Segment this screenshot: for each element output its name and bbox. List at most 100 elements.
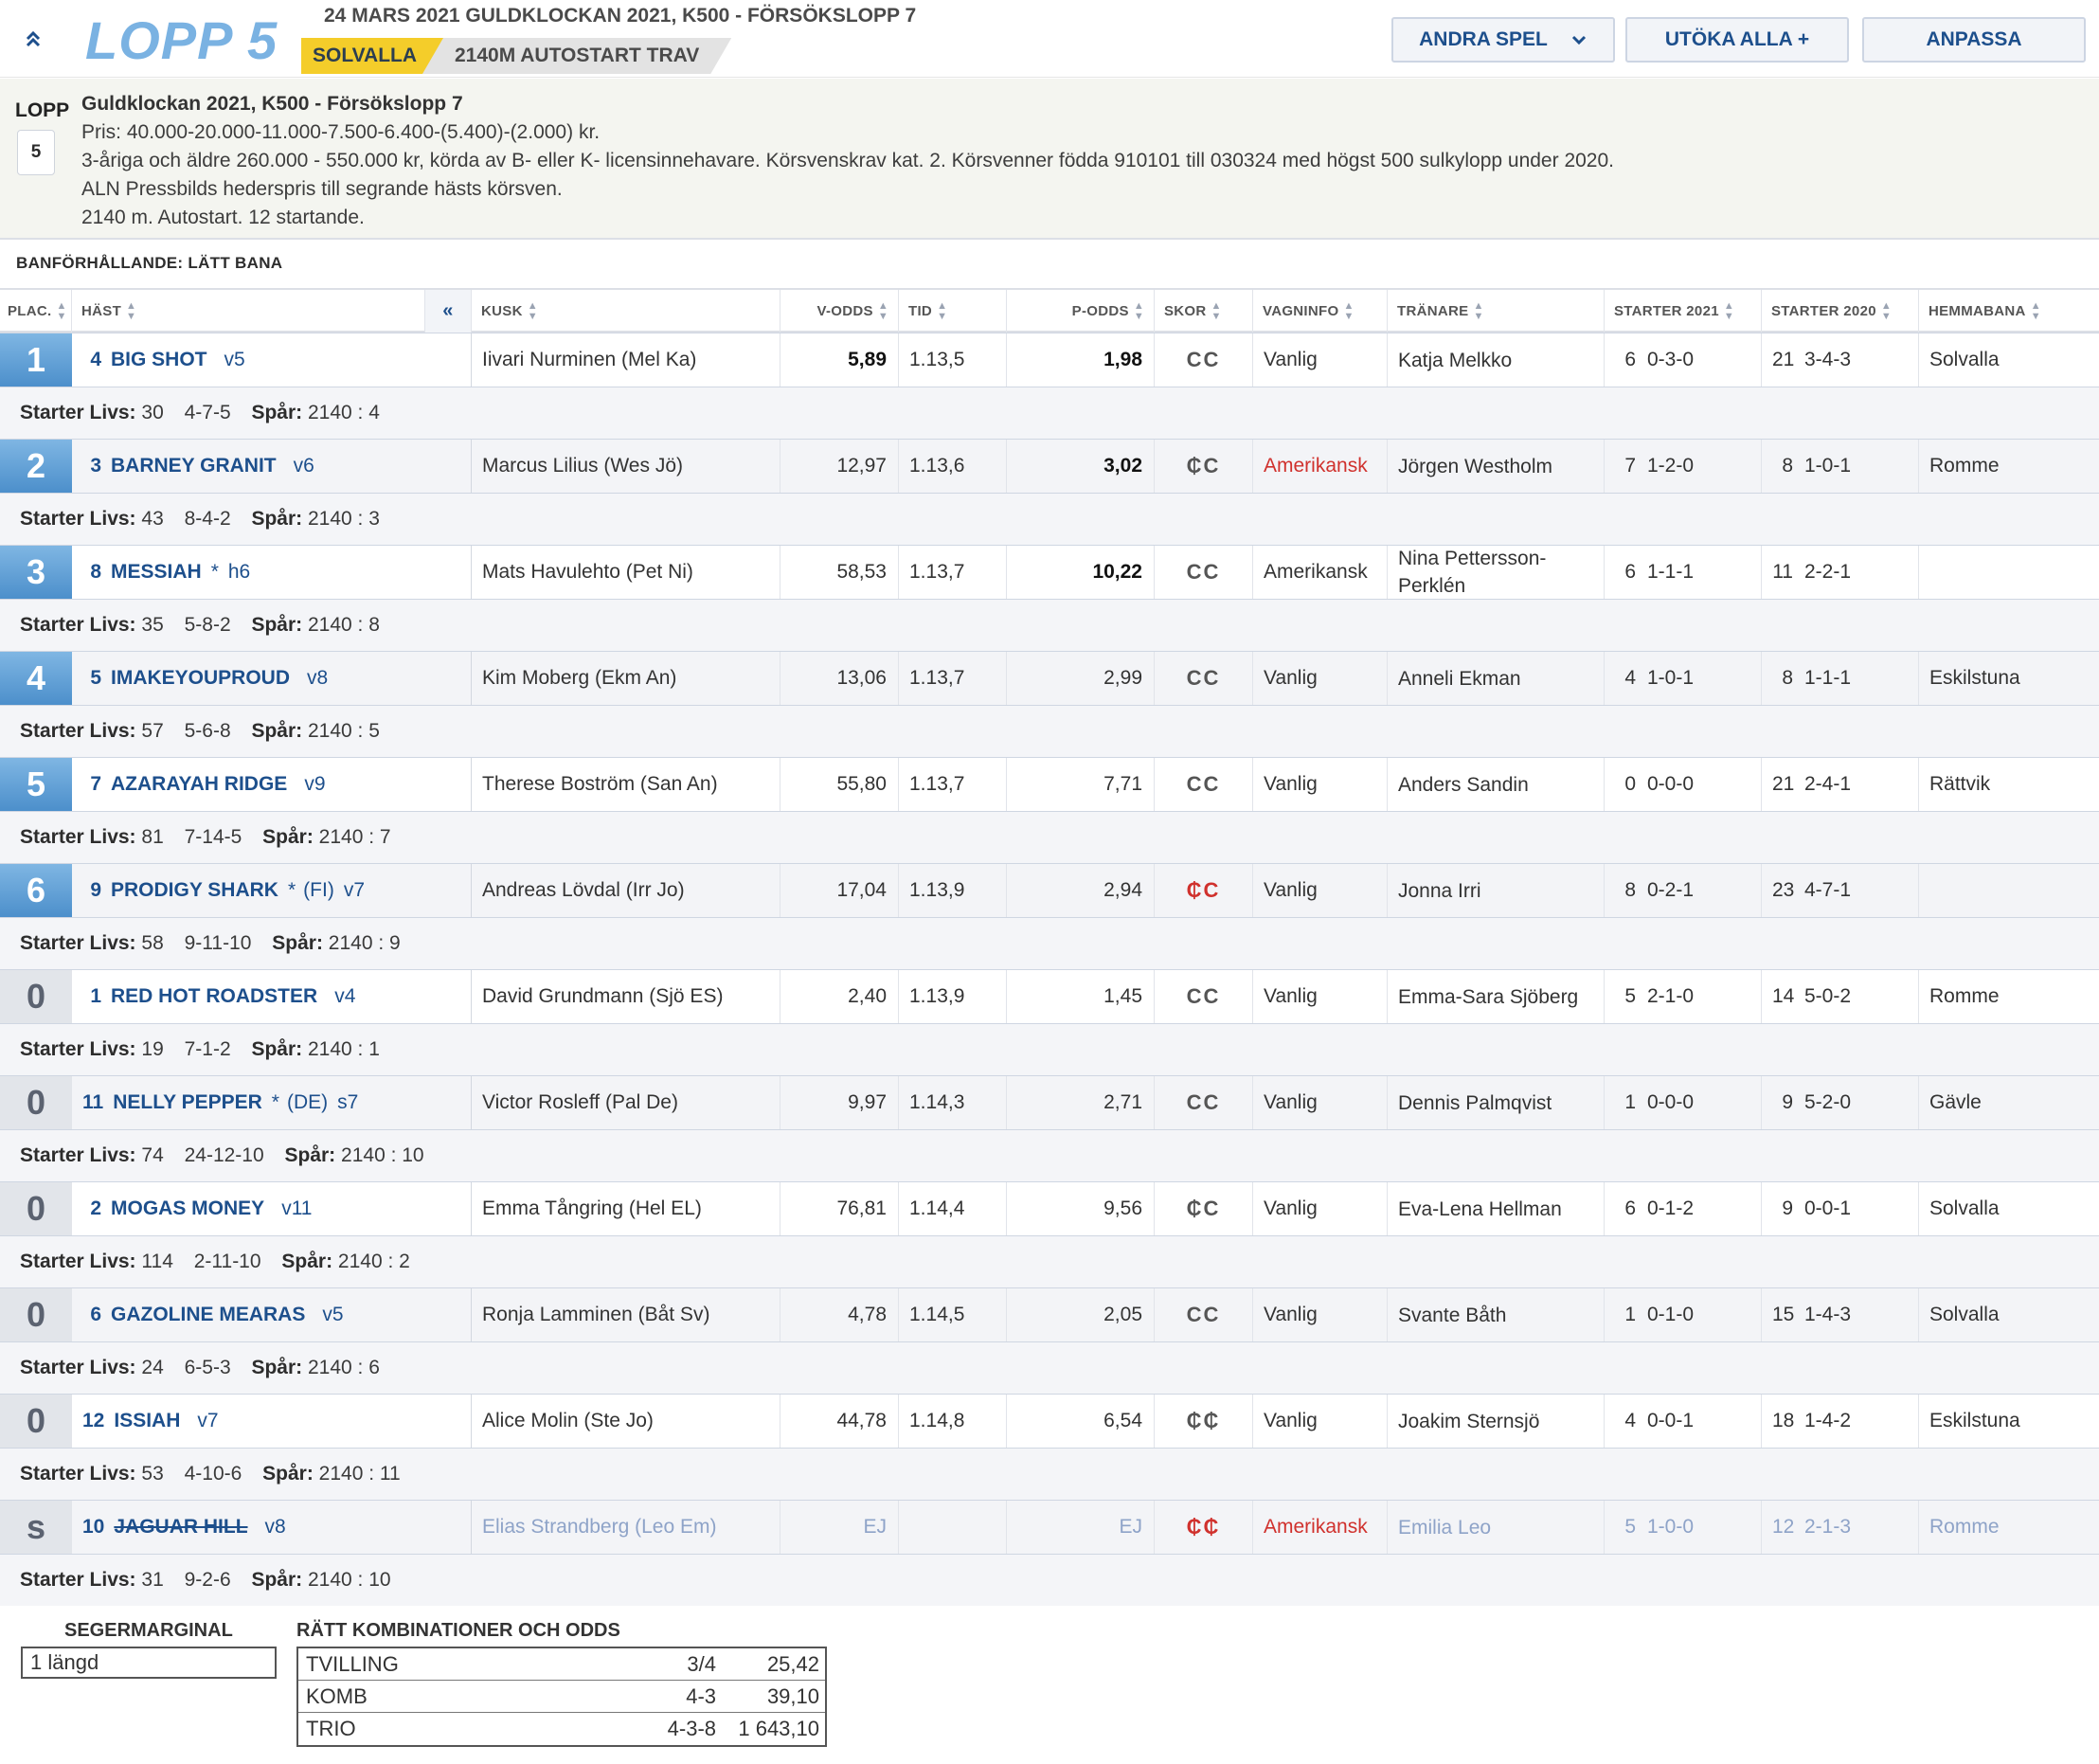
shoes-icon: CC — [1155, 758, 1253, 811]
start-number: 8 — [90, 561, 101, 583]
horse-name-link[interactable]: MESSIAH — [111, 561, 202, 584]
horse-name-link[interactable]: NELLY PEPPER — [113, 1091, 262, 1114]
anpassa-button[interactable]: ANPASSA — [1862, 17, 2086, 63]
col-starter-2021[interactable]: STARTER 2021 ▲ ▼ — [1605, 290, 1762, 333]
horse-name-link[interactable]: JAGUAR HILL — [114, 1516, 247, 1539]
horse-name-link[interactable]: RED HOT ROADSTER — [111, 985, 317, 1008]
horse-cell[interactable]: 8 MESSIAH * h6 — [72, 546, 472, 599]
driver-cell[interactable]: Marcus Lilius (Wes Jö) — [472, 440, 780, 493]
result-row[interactable]: 1 4 BIG SHOT v5 Iivari Nurminen (Mel Ka)… — [0, 333, 2099, 439]
result-row[interactable]: 0 11 NELLY PEPPER * (DE) s7 Victor Rosle… — [0, 1075, 2099, 1181]
result-row[interactable]: 4 5 IMAKEYOUPROUD v8 Kim Moberg (Ekm An)… — [0, 651, 2099, 757]
horse-cell[interactable]: 12 ISSIAH v7 — [72, 1395, 472, 1448]
result-row[interactable]: 2 3 BARNEY GRANIT v6 Marcus Lilius (Wes … — [0, 439, 2099, 545]
horse-cell[interactable]: 3 BARNEY GRANIT v6 — [72, 440, 472, 493]
driver-cell[interactable]: Alice Molin (Ste Jo) — [472, 1395, 780, 1448]
result-row[interactable]: 3 8 MESSIAH * h6 Mats Havulehto (Pet Ni)… — [0, 545, 2099, 651]
horse-cell[interactable]: 5 IMAKEYOUPROUD v8 — [72, 652, 472, 705]
collapse-columns-button[interactable]: « — [424, 290, 472, 333]
horse-name-link[interactable]: BIG SHOT — [111, 349, 207, 371]
driver-cell[interactable]: Iivari Nurminen (Mel Ka) — [472, 333, 780, 387]
horse-cell[interactable]: 11 NELLY PEPPER * (DE) s7 — [72, 1076, 472, 1129]
horse-cell[interactable]: 2 MOGAS MONEY v11 — [72, 1182, 472, 1235]
trainer-cell[interactable]: Dennis Palmqvist — [1388, 1076, 1605, 1129]
result-row[interactable]: 5 7 AZARAYAH RIDGE v9 Therese Boström (S… — [0, 757, 2099, 863]
horse-name-link[interactable]: BARNEY GRANIT — [111, 455, 277, 477]
col-podds[interactable]: P-ODDS ▲ ▼ — [1007, 290, 1155, 333]
trainer-cell[interactable]: Emma-Sara Sjöberg — [1388, 970, 1605, 1023]
horse-cell[interactable]: 9 PRODIGY SHARK * (FI) v7 — [72, 864, 472, 917]
result-row[interactable]: 0 6 GAZOLINE MEARAS v5 Ronja Lamminen (B… — [0, 1287, 2099, 1394]
livs-label: Starter Livs: — [20, 508, 136, 530]
result-row[interactable]: 0 1 RED HOT ROADSTER v4 David Grundmann … — [0, 969, 2099, 1075]
horse-cell[interactable]: 6 GAZOLINE MEARAS v5 — [72, 1288, 472, 1341]
result-main-row[interactable]: 4 5 IMAKEYOUPROUD v8 Kim Moberg (Ekm An)… — [0, 651, 2099, 706]
trainer-cell[interactable]: Nina Pettersson-Perklén — [1388, 546, 1605, 599]
starts-2020: 9 5-2-0 — [1762, 1076, 1919, 1129]
trainer-cell[interactable]: Anneli Ekman — [1388, 652, 1605, 705]
livs-record: 24-12-10 — [184, 1144, 264, 1166]
result-row[interactable]: 0 2 MOGAS MONEY v11 Emma Tångring (Hel E… — [0, 1181, 2099, 1287]
col-hast[interactable]: HÄST ▲ ▼ — [72, 290, 424, 333]
result-main-row[interactable]: 2 3 BARNEY GRANIT v6 Marcus Lilius (Wes … — [0, 439, 2099, 494]
horse-name-link[interactable]: ISSIAH — [114, 1410, 180, 1432]
horse-name-link[interactable]: AZARAYAH RIDGE — [111, 773, 287, 796]
placement-badge: 6 — [0, 864, 72, 917]
career-row: Starter Livs: 24 6-5-3 Spår: 2140 : 6 — [0, 1342, 2099, 1394]
collapse-button[interactable] — [0, 0, 66, 78]
starts-2020: 9 0-0-1 — [1762, 1182, 1919, 1235]
driver-cell[interactable]: Elias Strandberg (Leo Em) — [472, 1501, 780, 1554]
horse-name-link[interactable]: IMAKEYOUPROUD — [111, 667, 290, 690]
trainer-cell[interactable]: Katja Melkko — [1388, 333, 1605, 387]
col-hemmabana[interactable]: HEMMABANA ▲ ▼ — [1919, 290, 2099, 333]
trainer-cell[interactable]: Anders Sandin — [1388, 758, 1605, 811]
trainer-cell[interactable]: Emilia Leo — [1388, 1501, 1605, 1554]
driver-cell[interactable]: Emma Tångring (Hel EL) — [472, 1182, 780, 1235]
driver-cell[interactable]: Andreas Lövdal (Irr Jo) — [472, 864, 780, 917]
result-row[interactable]: s 10 JAGUAR HILL v8 Elias Strandberg (Le… — [0, 1500, 2099, 1606]
andra-spel-dropdown[interactable]: ANDRA SPEL — [1391, 17, 1615, 63]
col-vodds[interactable]: V-ODDS ▲ ▼ — [780, 290, 899, 333]
result-main-row[interactable]: 5 7 AZARAYAH RIDGE v9 Therese Boström (S… — [0, 757, 2099, 812]
result-main-row[interactable]: 0 1 RED HOT ROADSTER v4 David Grundmann … — [0, 969, 2099, 1024]
result-main-row[interactable]: 0 12 ISSIAH v7 Alice Molin (Ste Jo) 44,7… — [0, 1394, 2099, 1449]
driver-cell[interactable]: Victor Rosleff (Pal De) — [472, 1076, 780, 1129]
horse-name-link[interactable]: MOGAS MONEY — [111, 1197, 264, 1220]
driver-cell[interactable]: David Grundmann (Sjö ES) — [472, 970, 780, 1023]
horse-cell[interactable]: 1 RED HOT ROADSTER v4 — [72, 970, 472, 1023]
horse-cell[interactable]: 7 AZARAYAH RIDGE v9 — [72, 758, 472, 811]
result-row[interactable]: 0 12 ISSIAH v7 Alice Molin (Ste Jo) 44,7… — [0, 1394, 2099, 1500]
result-main-row[interactable]: 1 4 BIG SHOT v5 Iivari Nurminen (Mel Ka)… — [0, 333, 2099, 387]
trainer-cell[interactable]: Joakim Sternsjö — [1388, 1395, 1605, 1448]
result-main-row[interactable]: 3 8 MESSIAH * h6 Mats Havulehto (Pet Ni)… — [0, 545, 2099, 600]
col-tranare[interactable]: TRÄNARE ▲ ▼ — [1388, 290, 1605, 333]
spar-label: Spår: — [281, 1251, 333, 1272]
horse-name-link[interactable]: GAZOLINE MEARAS — [111, 1304, 305, 1326]
horse-cell[interactable]: 10 JAGUAR HILL v8 — [72, 1501, 472, 1554]
trainer-cell[interactable]: Eva-Lena Hellman — [1388, 1182, 1605, 1235]
driver-cell[interactable]: Therese Boström (San An) — [472, 758, 780, 811]
trainer-cell[interactable]: Svante Båth — [1388, 1288, 1605, 1341]
result-main-row[interactable]: 0 6 GAZOLINE MEARAS v5 Ronja Lamminen (B… — [0, 1287, 2099, 1342]
result-main-row[interactable]: s 10 JAGUAR HILL v8 Elias Strandberg (Le… — [0, 1500, 2099, 1555]
trainer-cell[interactable]: Jonna Irri — [1388, 864, 1605, 917]
col-vagninfo[interactable]: VAGNINFO ▲ ▼ — [1253, 290, 1388, 333]
starts-2020: 23 4-7-1 — [1762, 864, 1919, 917]
result-main-row[interactable]: 0 2 MOGAS MONEY v11 Emma Tångring (Hel E… — [0, 1181, 2099, 1236]
driver-cell[interactable]: Mats Havulehto (Pet Ni) — [472, 546, 780, 599]
horse-name-link[interactable]: PRODIGY SHARK — [111, 879, 278, 902]
result-row[interactable]: 6 9 PRODIGY SHARK * (FI) v7 Andreas Lövd… — [0, 863, 2099, 969]
utoka-alla-button[interactable]: UTÖKA ALLA + — [1625, 17, 1849, 63]
foreign-marker: * — [210, 561, 219, 583]
col-kusk[interactable]: KUSK ▲ ▼ — [472, 290, 780, 333]
horse-cell[interactable]: 4 BIG SHOT v5 — [72, 333, 472, 387]
col-starter-2020[interactable]: STARTER 2020 ▲ ▼ — [1762, 290, 1919, 333]
trainer-cell[interactable]: Jörgen Westholm — [1388, 440, 1605, 493]
col-skor[interactable]: SKOR ▲ ▼ — [1155, 290, 1253, 333]
driver-cell[interactable]: Kim Moberg (Ekm An) — [472, 652, 780, 705]
col-tid[interactable]: TID ▲ ▼ — [899, 290, 1007, 333]
result-main-row[interactable]: 0 11 NELLY PEPPER * (DE) s7 Victor Rosle… — [0, 1075, 2099, 1130]
driver-cell[interactable]: Ronja Lamminen (Båt Sv) — [472, 1288, 780, 1341]
result-main-row[interactable]: 6 9 PRODIGY SHARK * (FI) v7 Andreas Lövd… — [0, 863, 2099, 918]
col-plac[interactable]: PLAC. ▲ ▼ — [0, 290, 72, 333]
